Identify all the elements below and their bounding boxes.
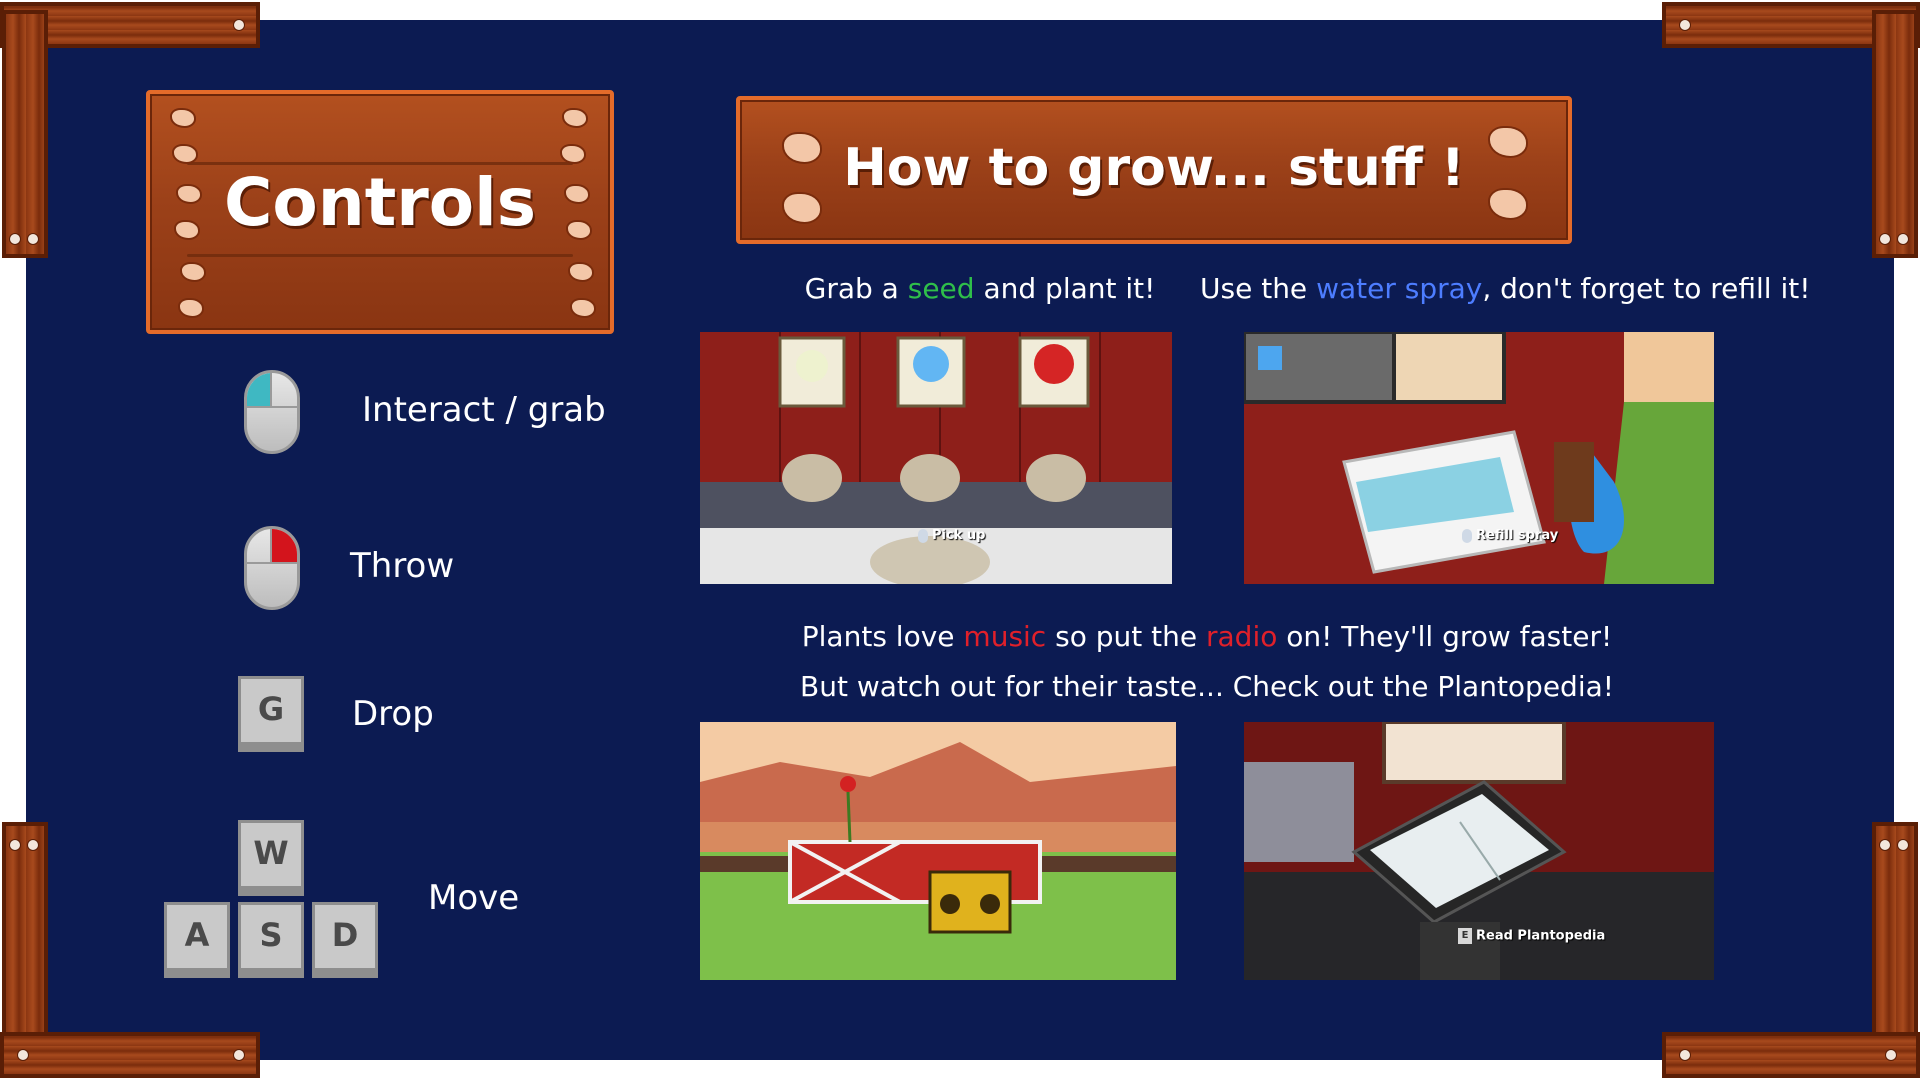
- radio-highlight: radio: [1206, 620, 1278, 653]
- tip-music-line2: But watch out for their taste... Check o…: [800, 670, 1614, 703]
- screenshot-seeds: Pick up: [700, 332, 1172, 584]
- controls-sign: Controls: [146, 90, 614, 334]
- control-label-drop: Drop: [352, 694, 434, 734]
- screenshot-plantopedia: E Read Plantopedia: [1244, 722, 1714, 980]
- prompt-read-plantopedia: E Read Plantopedia: [1458, 928, 1605, 944]
- control-label-interact: Interact / grab: [362, 390, 606, 430]
- music-highlight: music: [963, 620, 1047, 653]
- tip-seed: Grab a seed and plant it!: [804, 272, 1156, 305]
- mouse-prompt-icon: [1462, 528, 1472, 543]
- controls-title: Controls: [223, 164, 537, 241]
- a-key-icon: A: [164, 902, 230, 978]
- tip-water: Use the water spray, don't forget to ref…: [1200, 272, 1811, 305]
- e-key-icon: E: [1458, 928, 1472, 944]
- d-key-icon: D: [312, 902, 378, 978]
- guide-title: How to grow... stuff !: [843, 138, 1465, 198]
- frame-bottom-right-h: [1662, 1032, 1920, 1078]
- s-key-icon: S: [238, 902, 304, 978]
- w-key-icon: W: [238, 820, 304, 896]
- screenshot-water-spray: Refill spray: [1244, 332, 1714, 584]
- water-spray-highlight: water spray: [1316, 272, 1483, 305]
- frame-bottom-left-h: [0, 1032, 260, 1078]
- prompt-refill-spray: Refill spray: [1462, 528, 1558, 543]
- mouse-left-click-icon: [244, 370, 300, 454]
- frame-top-left-v: [2, 10, 48, 258]
- prompt-pick-up: Pick up: [918, 528, 985, 543]
- sink-scene: [1244, 332, 1714, 584]
- tutorial-screen: Controls Interact / grab Throw G Drop W …: [0, 0, 1920, 1080]
- mouse-prompt-icon: [918, 528, 928, 543]
- tip-music-line1: Plants love music so put the radio on! T…: [801, 620, 1613, 653]
- seed-highlight: seed: [907, 272, 975, 305]
- mouse-right-click-icon: [244, 526, 300, 610]
- control-label-throw: Throw: [350, 546, 455, 586]
- control-label-move: Move: [428, 878, 520, 918]
- seed-shelf-scene: [700, 332, 1172, 584]
- garden-radio-scene: [700, 722, 1176, 980]
- frame-top-right-v: [1872, 10, 1918, 258]
- guide-sign: How to grow... stuff !: [736, 96, 1572, 244]
- screenshot-radio: [700, 722, 1176, 980]
- g-key-icon: G: [238, 676, 304, 752]
